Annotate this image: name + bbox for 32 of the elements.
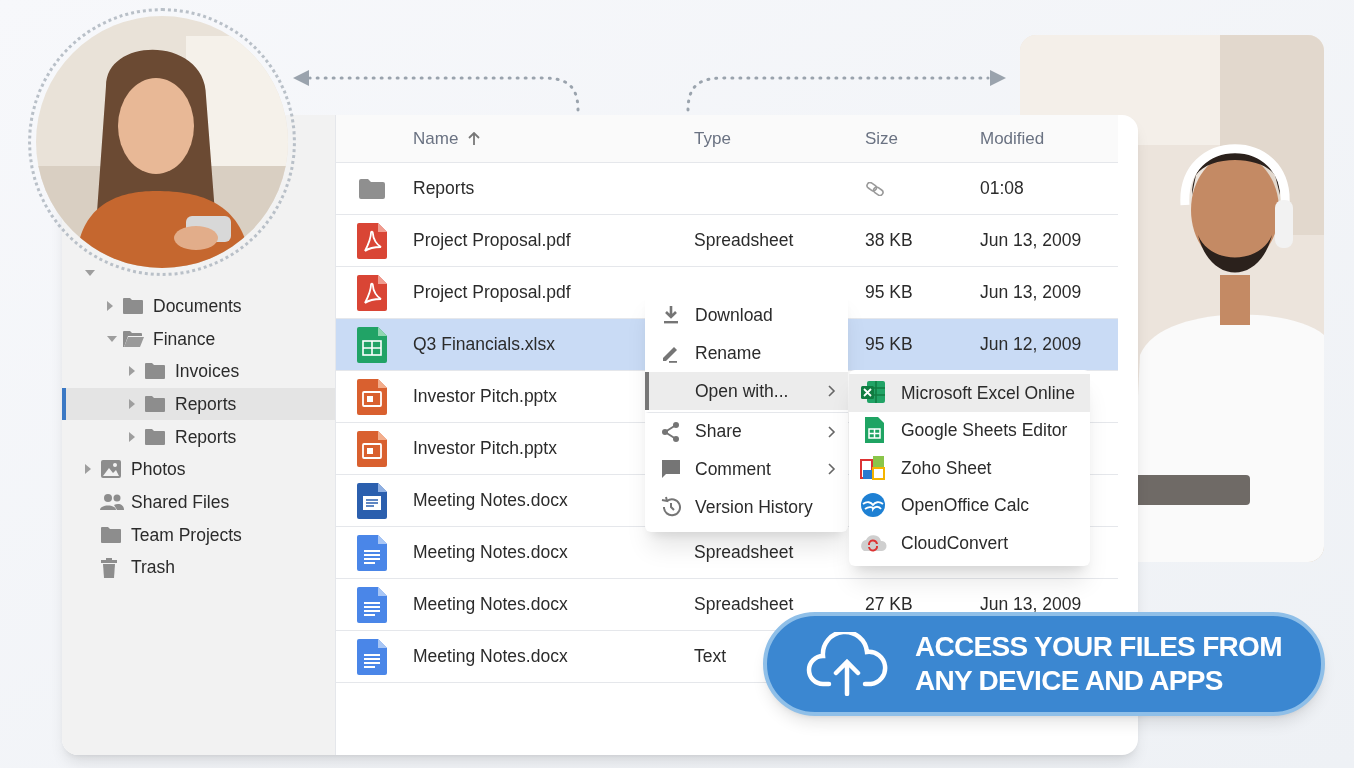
table-cell-text: 27 KB	[865, 593, 913, 617]
table-cell-text: Reports	[413, 177, 475, 201]
tree-item-label: Trash	[131, 556, 176, 580]
table-cell-text: 95 KB	[865, 281, 913, 305]
tree-item-label: Invoices	[175, 360, 240, 384]
tree-item-label: Photos	[131, 458, 186, 482]
tree-item-label: Reports	[175, 392, 237, 416]
table-cell-text: 38 KB	[865, 229, 913, 253]
table-cell-text: Jun 12, 2009	[980, 333, 1082, 357]
table-cell-text: Text	[694, 645, 727, 669]
tree-item-label: Finance	[153, 327, 216, 351]
table-cell-text: Investor Pitch.pptx	[413, 437, 557, 461]
table-cell-text: 95 KB	[865, 333, 913, 357]
tree-item-label: Reports	[175, 425, 237, 449]
tree-item-label: Documents	[153, 294, 242, 318]
table-cell-text: 01:08	[980, 177, 1024, 201]
table-cell-text: Meeting Notes.docx	[413, 489, 568, 513]
tree-item-label: Shared Files	[131, 491, 230, 515]
table-cell-text: Spreadsheet	[694, 541, 794, 565]
table-cell-text: Spreadsheet	[694, 593, 794, 617]
table-cell-text: Spreadsheet	[694, 229, 794, 253]
table-cell-text: Meeting Notes.docx	[413, 541, 568, 565]
table-cell-text: Investor Pitch.pptx	[413, 385, 557, 409]
table-cell-text: Meeting Notes.docx	[413, 593, 568, 617]
tree-item-label: Team Projects	[131, 523, 242, 547]
table-cell-text: Meeting Notes.docx	[413, 645, 568, 669]
table-cell-text: Jun 13, 2009	[980, 593, 1082, 617]
table-cell-text: Jun 13, 2009	[980, 229, 1082, 253]
table-cell-text: Jun 13, 2009	[980, 281, 1082, 305]
table-cell-text: Q3 Financials.xlsx	[413, 333, 555, 357]
table-cell-text: Project Proposal.pdf	[413, 229, 571, 253]
table-cell-text: Project Proposal.pdf	[413, 281, 571, 305]
